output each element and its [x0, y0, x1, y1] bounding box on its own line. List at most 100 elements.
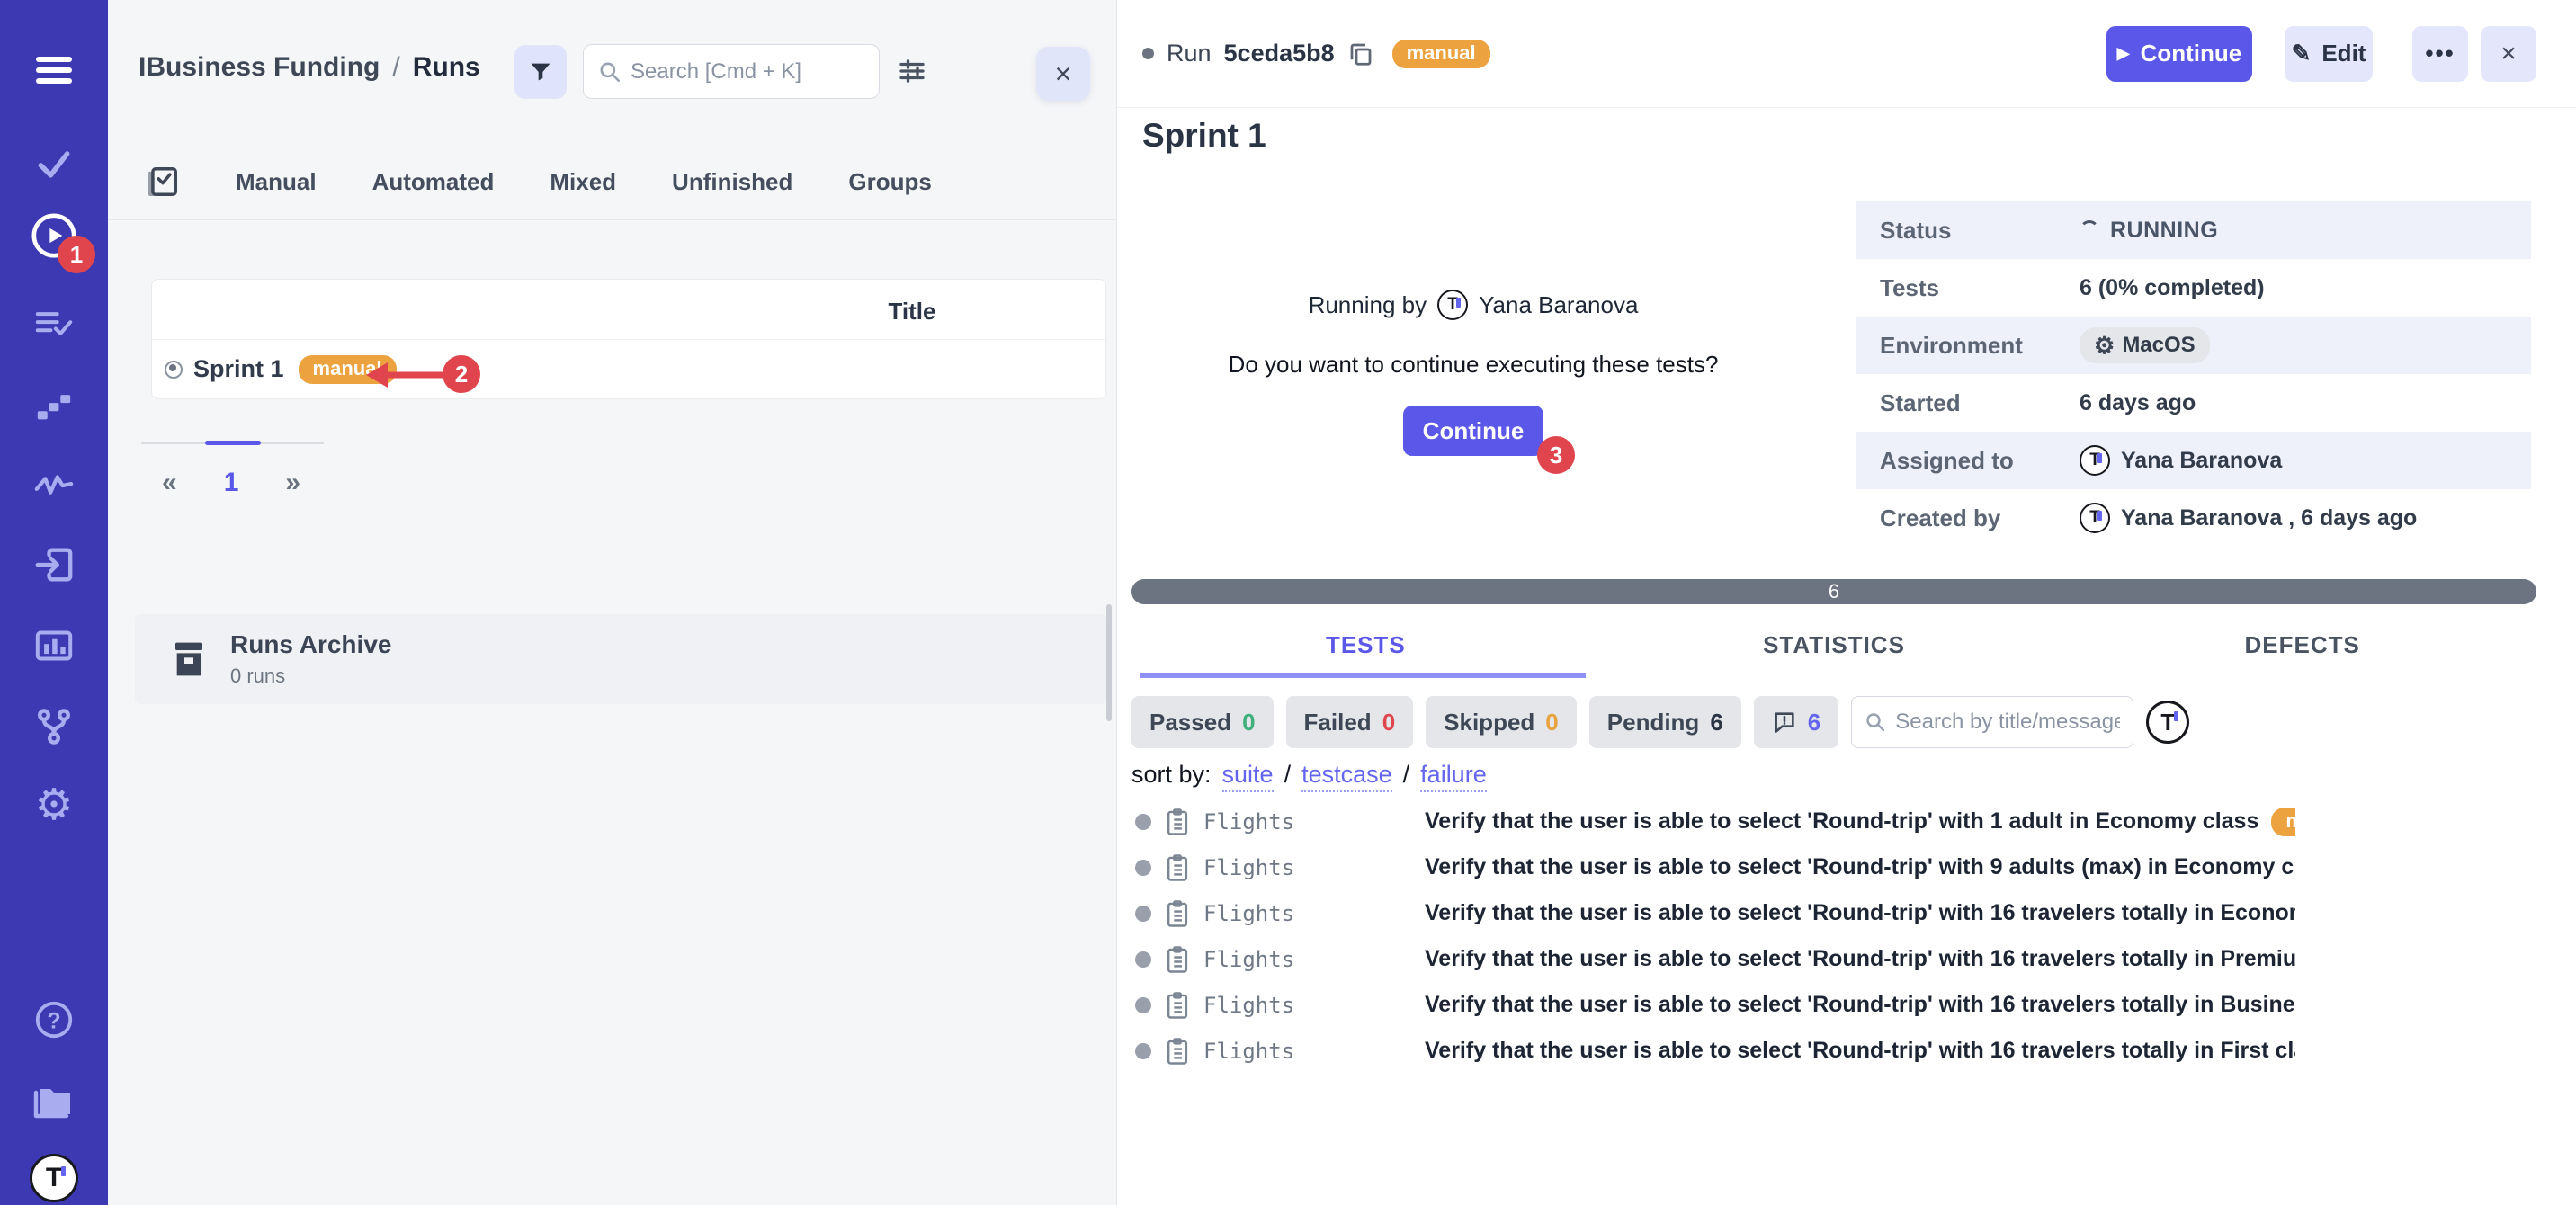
tab-unfinished[interactable]: Unfinished [672, 168, 792, 196]
runs-table-header: Title [152, 280, 1105, 340]
tab-mixed[interactable]: Mixed [550, 168, 616, 196]
more-actions-button[interactable]: ••• [2412, 26, 2468, 82]
run-title-heading: Sprint 1 [1142, 117, 1266, 155]
tab-defects[interactable]: DEFECTS [2068, 631, 2536, 659]
tab-groups[interactable]: Groups [848, 168, 931, 196]
tests-icon[interactable] [27, 137, 81, 191]
table-scrollbar-thumb[interactable] [205, 441, 261, 445]
test-row[interactable]: Flights Verify that the user is able to … [1131, 1028, 2295, 1074]
settings-icon[interactable]: ⚙ [27, 779, 81, 833]
user-avatar: T [2080, 445, 2110, 476]
checklist-icon[interactable] [146, 164, 180, 200]
running-by-user: Yana Baranova [1479, 291, 1638, 319]
tab-tests[interactable]: TESTS [1131, 631, 1600, 659]
pencil-icon: ✎ [2292, 40, 2312, 67]
edit-run-button[interactable]: ✎ Edit [2285, 26, 2373, 82]
import-icon[interactable] [27, 538, 81, 592]
filter-button[interactable] [514, 45, 567, 99]
tab-automated[interactable]: Automated [372, 168, 495, 196]
table-row[interactable]: Sprint 1 manual [152, 340, 1105, 398]
menu-icon[interactable] [27, 43, 81, 97]
test-title[interactable]: Verify that the user is able to select '… [1425, 1038, 2295, 1064]
detail-row-tests: Tests 6 (0% completed) [1856, 259, 2531, 317]
archive-count: 0 runs [230, 665, 391, 688]
assignee-avatar[interactable]: T [2146, 701, 2189, 744]
user-avatar: T [1437, 290, 1468, 320]
test-row[interactable]: Flights Verify that the user is able to … [1131, 890, 2295, 936]
test-title[interactable]: Verify that the user is able to select '… [1425, 992, 2295, 1018]
user-avatar: T [2080, 503, 2110, 533]
environment-pill[interactable]: ⚙MacOS [2080, 327, 2210, 363]
funnel-icon [528, 59, 553, 85]
branch-icon[interactable] [27, 700, 81, 754]
test-status-dot [1135, 906, 1151, 922]
svg-text:?: ? [47, 1009, 60, 1034]
user-logo-avatar[interactable]: T [27, 1151, 81, 1205]
breadcrumb-project[interactable]: IBusiness Funding [139, 52, 380, 83]
test-title[interactable]: Verify that the user is able to select '… [1425, 900, 2295, 926]
test-suite: Flights [1203, 993, 1425, 1018]
run-detail-pane: Run 5ceda5b8 manual ▶ Continue ✎ Edit ••… [1117, 0, 2576, 1205]
analytics-icon[interactable] [27, 619, 81, 673]
run-status-icon [165, 361, 183, 379]
run-title[interactable]: Sprint 1 [193, 355, 284, 383]
pagination-next[interactable]: » [285, 468, 300, 498]
annotation-arrow [366, 359, 452, 396]
app-window: 1 ⚙ ? T IBus [0, 0, 2576, 1205]
test-filter-chips: Passed0 Failed0 Skipped0 Pending6 6 [1131, 696, 2189, 748]
plans-icon[interactable] [27, 297, 81, 351]
sort-by-failure[interactable]: failure [1420, 761, 1487, 792]
test-row[interactable]: Flights Verify that the user is able to … [1131, 936, 2295, 982]
projects-icon[interactable] [27, 1074, 81, 1128]
test-row[interactable]: Flights Verify that the user is able to … [1131, 799, 2295, 844]
sort-by-label: sort by: [1131, 761, 1212, 789]
filter-skipped-chip[interactable]: Skipped0 [1426, 696, 1577, 748]
breadcrumb-section[interactable]: Runs [413, 52, 480, 83]
active-tab-underline [1140, 673, 1586, 678]
filter-failed-chip[interactable]: Failed0 [1286, 696, 1414, 748]
filter-pending-chip[interactable]: Pending6 [1589, 696, 1741, 748]
test-title[interactable]: Verify that the user is able to select '… [1425, 854, 2295, 880]
pulse-icon[interactable] [27, 459, 81, 513]
testcase-icon [1164, 991, 1191, 1020]
tab-statistics[interactable]: STATISTICS [1600, 631, 2069, 659]
help-icon[interactable]: ? [27, 993, 81, 1047]
runs-list-pane: IBusiness Funding / Runs × Manual Automa… [108, 0, 1117, 1205]
pane-scrollbar[interactable] [1106, 604, 1112, 721]
sort-by-testcase[interactable]: testcase [1301, 761, 1392, 792]
copy-run-id-button[interactable] [1347, 40, 1374, 67]
filter-passed-chip[interactable]: Passed0 [1131, 696, 1274, 748]
view-settings-button[interactable] [892, 52, 932, 92]
filter-comments-chip[interactable]: 6 [1754, 696, 1838, 748]
search-icon [598, 60, 622, 84]
testcase-icon [1164, 945, 1191, 974]
continue-run-button[interactable]: ▶ Continue [2106, 26, 2252, 82]
steps-icon[interactable] [27, 378, 81, 432]
runs-archive[interactable]: Runs Archive 0 runs [135, 614, 1106, 704]
test-title[interactable]: Verify that the user is able to select '… [1425, 808, 2258, 835]
runs-filter-tabs: Manual Automated Mixed Unfinished Groups [108, 144, 1116, 220]
tab-manual[interactable]: Manual [236, 168, 317, 196]
run-details-table: Status RUNNING Tests 6 (0% completed) En… [1856, 201, 2531, 547]
archive-icon [171, 639, 207, 679]
breadcrumb-separator: / [392, 52, 399, 83]
close-pane-button[interactable]: × [1036, 47, 1090, 101]
pagination-page-1[interactable]: 1 [224, 468, 239, 498]
tests-search-input[interactable] [1895, 710, 2120, 735]
runs-search-input[interactable] [631, 59, 864, 85]
test-suite: Flights [1203, 901, 1425, 926]
manual-badge: manual [1392, 40, 1490, 68]
detail-row-started: Started 6 days ago [1856, 374, 2531, 432]
run-label: Run [1167, 40, 1212, 67]
testcase-icon [1164, 1037, 1191, 1066]
test-row[interactable]: Flights Verify that the user is able to … [1131, 982, 2295, 1028]
test-status-dot [1135, 814, 1151, 830]
sort-by-suite[interactable]: suite [1222, 761, 1274, 792]
run-status-dot [1142, 48, 1154, 59]
pagination-prev[interactable]: « [162, 468, 177, 498]
test-row[interactable]: Flights Verify that the user is able to … [1131, 844, 2295, 890]
test-title[interactable]: Verify that the user is able to select '… [1425, 946, 2295, 972]
close-detail-button[interactable]: × [2481, 26, 2536, 82]
testcase-icon [1164, 808, 1191, 836]
continue-tests-button[interactable]: Continue [1403, 406, 1543, 456]
